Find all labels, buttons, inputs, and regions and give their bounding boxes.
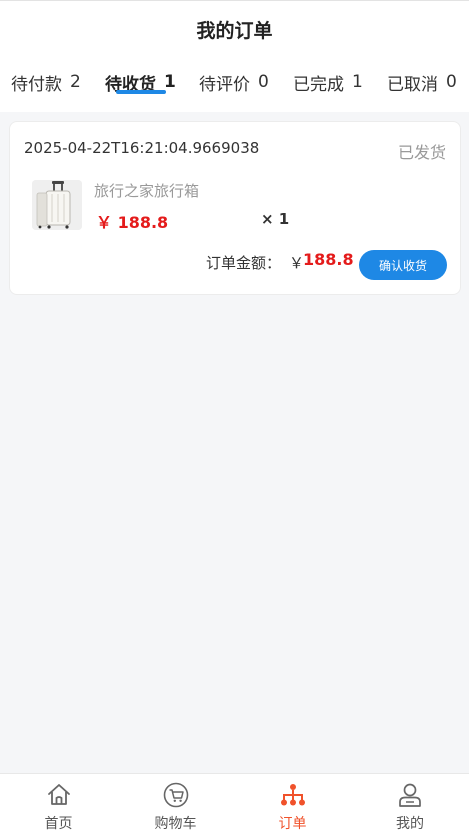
tab-cancelled[interactable]: 已取消 0 [387, 64, 457, 100]
tabbar-item-profile[interactable]: 我的 [351, 774, 469, 835]
product-name[interactable]: 旅行之家旅行箱 [94, 180, 199, 201]
tab-pending-payment[interactable]: 待付款 2 [11, 64, 81, 100]
home-icon [47, 784, 70, 805]
product-quantity: × 1 [261, 210, 290, 228]
order-status-badge: 已发货 [397, 143, 446, 162]
tab-completed[interactable]: 已完成 1 [293, 64, 363, 100]
tab-count: 2 [70, 72, 81, 92]
suitcase-icon [32, 180, 82, 230]
tab-pending-review[interactable]: 待评价 0 [199, 64, 269, 100]
currency-symbol: ￥ [289, 254, 305, 272]
order-icon [280, 784, 305, 806]
order-card[interactable]: 2025-04-22T16:21:04.9669038 已发货 旅行之家旅行箱 … [9, 121, 461, 295]
tab-label: 待评价 [199, 74, 250, 95]
tab-count: 0 [446, 72, 457, 92]
tab-count: 1 [352, 72, 363, 92]
order-total-amount: 188.8 [303, 250, 354, 269]
confirm-receipt-button[interactable]: 确认收货 [359, 250, 447, 280]
tabbar-label: 首页 [44, 816, 73, 832]
order-total-label: 订单金额： [206, 254, 282, 272]
tabbar-label: 订单 [278, 816, 307, 832]
user-icon [399, 783, 421, 807]
product-price: ￥ 188.8 [96, 213, 169, 232]
tabbar-item-orders[interactable]: 订单 [234, 774, 351, 835]
tabbar-item-home[interactable]: 首页 [0, 774, 117, 835]
page-title: 我的订单 [196, 20, 273, 42]
tabbar-label: 我的 [396, 816, 424, 832]
app-header: 我的订单 [0, 0, 469, 58]
tabbar-item-cart[interactable]: 购物车 [117, 774, 234, 835]
tab-pending-receipt[interactable]: 待收货 1 [105, 64, 176, 100]
cart-icon [163, 782, 188, 808]
tab-label: 已取消 [387, 74, 438, 95]
tab-label: 已完成 [293, 74, 344, 95]
tab-label: 待付款 [11, 74, 62, 95]
order-time: 2025-04-22T16:21:04.9669038 [24, 139, 260, 157]
tab-count: 0 [258, 72, 269, 92]
tabbar-label: 购物车 [154, 816, 197, 832]
tab-count: 1 [164, 72, 176, 92]
bottom-tab-bar: 首页 购物车 订单 我的 [0, 773, 469, 835]
order-status-tabs: 待付款 2 待收货 1 待评价 0 已完成 1 已取消 0 [0, 58, 469, 112]
active-tab-indicator [116, 90, 166, 94]
luggage-image[interactable] [32, 180, 82, 230]
